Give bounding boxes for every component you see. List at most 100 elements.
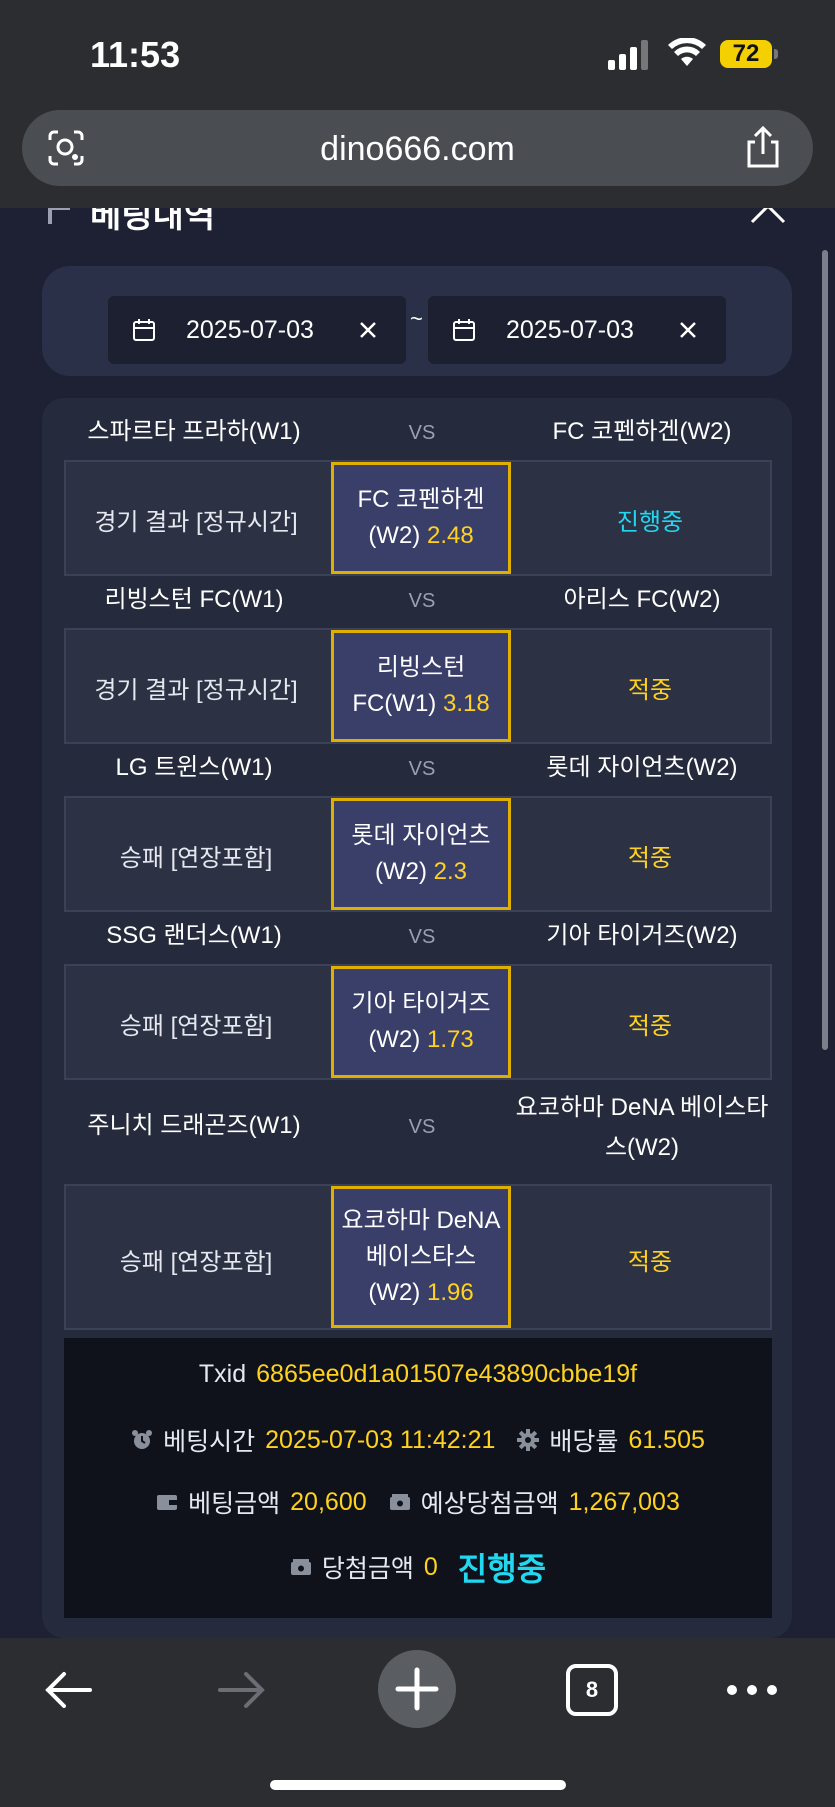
section-title: 베팅내역: [90, 208, 216, 235]
back-arrow-icon[interactable]: [40, 1662, 96, 1718]
vs-label: VS: [408, 758, 436, 780]
market-label: 경기 결과 [정규시간]: [94, 677, 298, 704]
date-to-value: 2025-07-03: [506, 316, 634, 344]
selected-pick: 롯데 자이언츠(W2) 2.3: [331, 798, 511, 910]
vs-label: VS: [408, 422, 436, 444]
bet-row: 경기 결과 [정규시간] FC 코펜하겐(W2) 2.48 진행중: [64, 460, 772, 576]
bet-slip-card: 스파르타 프라하(W1) VS FC 코펜하겐(W2) 경기 결과 [정규시간]…: [42, 398, 792, 1638]
pick-odds: 1.73: [426, 1026, 474, 1053]
bet-time-value: 2025-07-03 11:42:21: [265, 1425, 496, 1454]
close-icon[interactable]: [356, 318, 380, 342]
match-row: 리빙스턴 FC(W1) VS 아리스 FC(W2): [64, 580, 772, 620]
expected-label: 예상당첨금액: [420, 1490, 559, 1518]
away-team: 요코하마 DeNA 베이스타스(W2): [515, 1094, 769, 1161]
bet-row: 승패 [연장포함] 요코하마 DeNA 베이스타스(W2) 1.96 적중: [64, 1184, 772, 1330]
date-to-field[interactable]: 2025-07-03: [428, 296, 726, 364]
bet-result: 적중: [627, 845, 673, 872]
market-label: 경기 결과 [정규시간]: [94, 509, 298, 536]
wallet-icon: [157, 1495, 178, 1510]
pick-odds: 3.18: [442, 690, 490, 717]
more-icon[interactable]: [724, 1662, 780, 1718]
vs-label: VS: [408, 1116, 436, 1138]
match-row: 주니치 드래곤즈(W1) VS 요코하마 DeNA 베이스타스(W2): [64, 1088, 772, 1168]
away-team: 롯데 자이언츠(W2): [546, 754, 738, 781]
browser-address-area: dino666.com: [0, 100, 835, 208]
bet-result: 적중: [627, 1013, 673, 1040]
page-content: 베팅내역 2025-07-03 ~ 2025-07-03 스파르타 프라하(W1…: [0, 208, 835, 1638]
pick-odds: 1.96: [426, 1279, 474, 1306]
scrollbar[interactable]: [822, 250, 828, 1050]
wifi-icon: [668, 38, 706, 66]
pick-name: 요코하마 DeNA 베이스타스(W2): [341, 1207, 501, 1306]
pick-odds: 2.48: [426, 522, 474, 549]
bet-summary: Txid 6865ee0d1a01507e43890cbbe19f 베팅시간 2…: [64, 1338, 772, 1618]
bet-amount-label: 베팅금액: [188, 1490, 281, 1518]
pick-odds: 2.3: [433, 858, 468, 885]
bet-result: 진행중: [616, 509, 684, 536]
selected-pick: 요코하마 DeNA 베이스타스(W2) 1.96: [331, 1186, 511, 1328]
home-team: 주니치 드래곤즈(W1): [87, 1112, 301, 1139]
url-text: dino666.com: [320, 130, 515, 168]
away-team: 기아 타이거즈(W2): [546, 922, 738, 949]
bet-time-line: 베팅시간 2025-07-03 11:42:21 배당률 61.505: [64, 1422, 772, 1458]
market-label: 승패 [연장포함]: [119, 1249, 273, 1276]
cash-icon: [290, 1559, 311, 1575]
home-team: LG 트윈스(W1): [115, 754, 273, 781]
browser-toolbar: 8: [0, 1638, 835, 1807]
txid-label: Txid: [198, 1360, 247, 1388]
tabs-button[interactable]: 8: [566, 1664, 618, 1716]
bet-row: 승패 [연장포함] 기아 타이거즈(W2) 1.73 적중: [64, 964, 772, 1080]
expected-value: 1,267,003: [568, 1487, 680, 1516]
close-icon[interactable]: [676, 318, 700, 342]
calendar-icon: [133, 319, 155, 341]
share-icon[interactable]: [743, 124, 783, 170]
battery-tip: [774, 49, 778, 59]
calendar-icon: [453, 319, 475, 341]
date-separator: ~: [410, 306, 423, 331]
vs-label: VS: [408, 590, 436, 612]
forward-arrow-icon[interactable]: [214, 1662, 270, 1718]
bet-status: 진행중: [457, 1551, 547, 1587]
amount-line: 베팅금액 20,600 예상당첨금액 1,267,003: [64, 1484, 772, 1520]
plus-icon: [395, 1667, 439, 1711]
market-label: 승패 [연장포함]: [119, 1013, 273, 1040]
away-team: 아리스 FC(W2): [563, 586, 721, 613]
alarm-clock-icon: [132, 1430, 153, 1449]
cellular-signal-icon: [608, 40, 648, 70]
new-tab-button[interactable]: [378, 1650, 456, 1728]
bet-result: 적중: [627, 1249, 673, 1276]
selected-pick: 리빙스턴 FC(W1) 3.18: [331, 630, 511, 742]
status-bar: 11:53 72: [0, 0, 835, 100]
total-odds-value: 61.505: [628, 1425, 705, 1454]
cash-icon: [389, 1494, 410, 1510]
bet-result: 적중: [627, 677, 673, 704]
pick-name: 롯데 자이언츠(W2): [351, 822, 491, 885]
win-amount-value: 0: [423, 1552, 438, 1581]
odds-label: 배당률: [549, 1428, 619, 1456]
date-from-value: 2025-07-03: [186, 316, 314, 344]
match-row: SSG 랜더스(W1) VS 기아 타이거즈(W2): [64, 916, 772, 956]
home-team: SSG 랜더스(W1): [106, 922, 282, 949]
selected-pick: FC 코펜하겐(W2) 2.48: [331, 462, 511, 574]
market-label: 승패 [연장포함]: [119, 845, 273, 872]
status-time: 11:53: [90, 34, 181, 75]
match-row: LG 트윈스(W1) VS 롯데 자이언츠(W2): [64, 748, 772, 788]
bet-amount-value: 20,600: [290, 1487, 367, 1516]
win-amount-line: 당첨금액 0 진행중: [64, 1544, 772, 1590]
date-filter-panel: 2025-07-03 ~ 2025-07-03: [42, 266, 792, 376]
bet-time-label: 베팅시간: [163, 1428, 256, 1456]
txid-value: 6865ee0d1a01507e43890cbbe19f: [256, 1360, 638, 1388]
address-bar[interactable]: dino666.com: [22, 110, 813, 186]
battery-level: 72: [720, 40, 772, 68]
chevron-up-icon[interactable]: [748, 208, 788, 234]
home-team: 스파르타 프라하(W1): [87, 418, 301, 445]
bet-row: 승패 [연장포함] 롯데 자이언츠(W2) 2.3 적중: [64, 796, 772, 912]
bet-row: 경기 결과 [정규시간] 리빙스턴 FC(W1) 3.18 적중: [64, 628, 772, 744]
home-team: 리빙스턴 FC(W1): [104, 586, 284, 613]
date-from-field[interactable]: 2025-07-03: [108, 296, 406, 364]
flag-icon: [48, 208, 70, 224]
match-row: 스파르타 프라하(W1) VS FC 코펜하겐(W2): [64, 412, 772, 452]
away-team: FC 코펜하겐(W2): [552, 418, 732, 445]
home-indicator[interactable]: [270, 1780, 566, 1790]
selected-pick: 기아 타이거즈(W2) 1.73: [331, 966, 511, 1078]
